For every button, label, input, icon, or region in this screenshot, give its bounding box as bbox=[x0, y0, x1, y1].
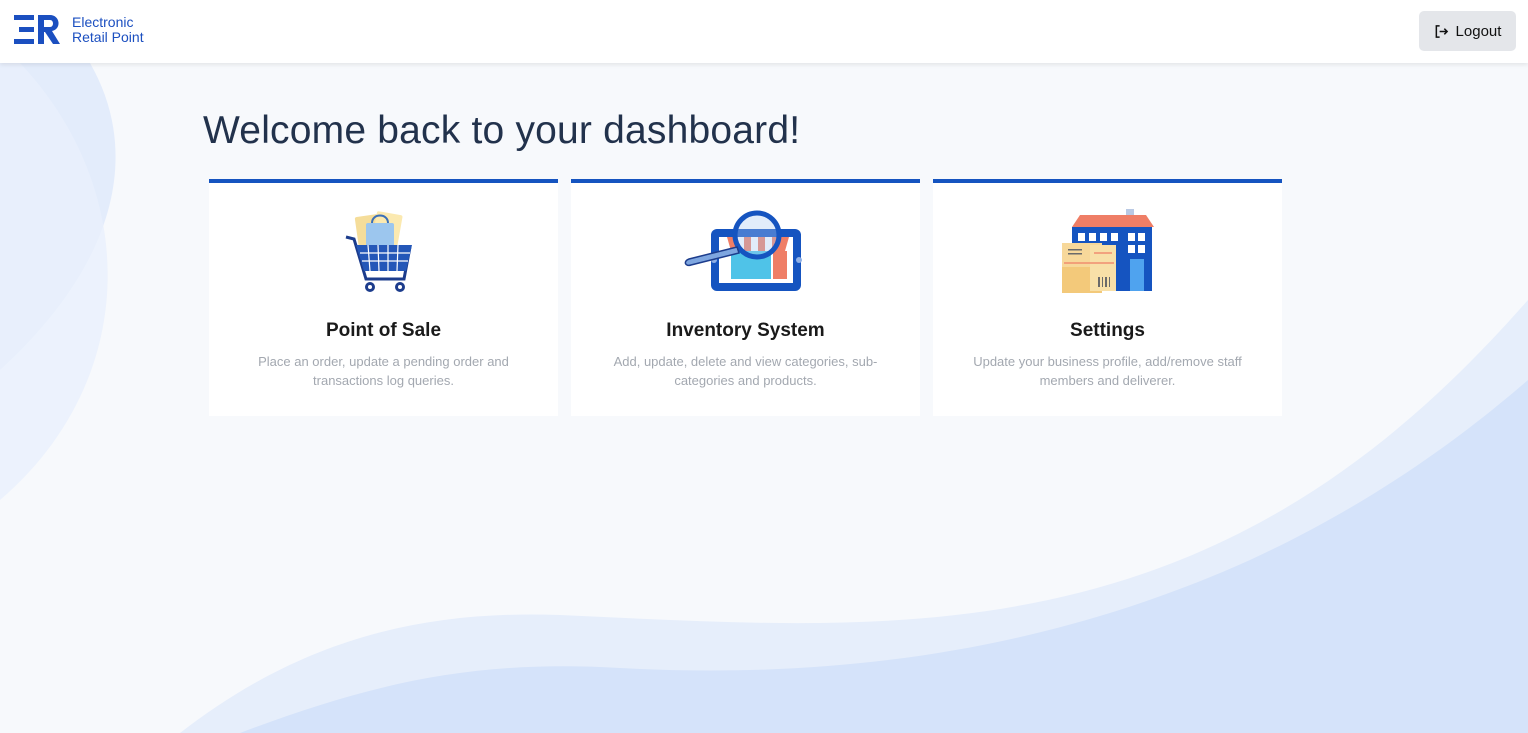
brand-logo[interactable]: Electronic Retail Point bbox=[14, 15, 144, 45]
logout-label: Logout bbox=[1455, 22, 1502, 40]
brand-line-2: Retail Point bbox=[72, 29, 144, 45]
inventory-system-card[interactable]: Inventory System Add, update, delete and… bbox=[571, 179, 920, 416]
card-description: Place an order, update a pending order a… bbox=[258, 354, 509, 388]
logout-icon bbox=[1435, 24, 1448, 38]
shopping-cart-icon bbox=[345, 211, 412, 292]
card-description: Update your business profile, add/remove… bbox=[973, 354, 1242, 388]
card-title: Settings bbox=[1070, 320, 1145, 341]
page-title: Welcome back to your dashboard! bbox=[203, 109, 801, 152]
point-of-sale-card[interactable]: Point of Sale Place an order, update a p… bbox=[209, 179, 558, 416]
settings-card[interactable]: Settings Update your business profile, a… bbox=[933, 179, 1282, 416]
brand-line-1: Electronic bbox=[72, 14, 134, 30]
erp-logo-icon bbox=[14, 15, 60, 44]
top-navbar: Electronic Retail Point Logout bbox=[0, 0, 1528, 63]
logout-button[interactable]: Logout bbox=[1419, 11, 1516, 51]
card-description: Add, update, delete and view categories,… bbox=[613, 354, 878, 388]
card-title: Inventory System bbox=[666, 320, 825, 341]
dashboard-main: Welcome back to your dashboard! Point of… bbox=[0, 63, 1528, 733]
building-parcels-icon bbox=[1061, 209, 1154, 293]
card-title: Point of Sale bbox=[325, 320, 442, 341]
store-search-icon bbox=[684, 210, 802, 291]
